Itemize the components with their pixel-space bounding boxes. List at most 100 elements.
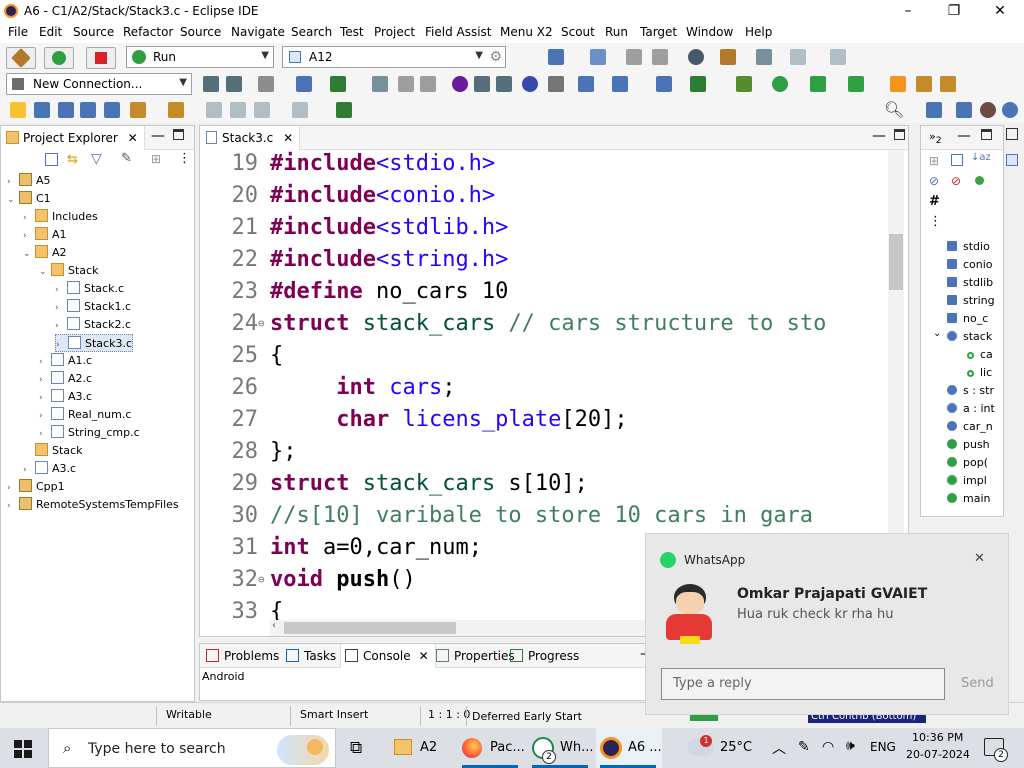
open-perspective-icon[interactable]: [296, 76, 312, 92]
minimize-button[interactable]: –: [885, 0, 931, 23]
external-tool-icon[interactable]: [848, 76, 864, 92]
chevron-right-icon[interactable]: ›: [23, 461, 35, 479]
chevron-right-icon[interactable]: ›: [39, 371, 51, 389]
connect-icon[interactable]: [203, 76, 219, 92]
language-indicator[interactable]: ENG: [870, 740, 896, 754]
outline-item[interactable]: s : str: [947, 382, 994, 400]
debug-perspective-icon[interactable]: [452, 76, 468, 92]
menu-project[interactable]: Project: [374, 25, 415, 39]
maximize-view-icon[interactable]: [173, 129, 184, 140]
fold-icon[interactable]: ⊖: [258, 564, 265, 596]
search-icon[interactable]: 🔍︎: [884, 100, 904, 119]
weather-temperature[interactable]: 25°C: [720, 740, 752, 755]
new-folder-icon[interactable]: [656, 76, 672, 92]
last-edit-icon[interactable]: [206, 102, 222, 118]
tab-project-explorer[interactable]: Project Explorer ✕: [1, 126, 145, 150]
pen-icon[interactable]: ✎: [798, 739, 810, 755]
new-class-icon[interactable]: [578, 76, 594, 92]
disconnect-icon[interactable]: [226, 76, 242, 92]
chevron-right-icon[interactable]: ›: [55, 317, 67, 335]
save-icon[interactable]: [626, 49, 642, 65]
run-icon[interactable]: [772, 76, 788, 92]
cpp-perspective-icon[interactable]: [1002, 102, 1018, 118]
clock-time[interactable]: 10:36 PM: [912, 731, 963, 744]
link-editor-icon[interactable]: ⇆: [67, 152, 78, 167]
word-wrap-icon[interactable]: [34, 102, 50, 118]
tree-item-a1-c[interactable]: › A1.c: [39, 352, 92, 370]
scrollbar-thumb[interactable]: [889, 234, 903, 290]
close-icon[interactable]: ✕: [419, 649, 429, 663]
outline-item[interactable]: car_n: [947, 418, 993, 436]
block-select-icon[interactable]: [58, 102, 74, 118]
tree-item-stack-c[interactable]: › Stack.c: [55, 280, 124, 298]
tab-problems[interactable]: Problems: [202, 644, 285, 668]
code-line[interactable]: 23 #define no_cars 10: [200, 276, 886, 308]
c-perspective-icon[interactable]: [956, 102, 972, 118]
tree-item-a1[interactable]: › A1: [23, 226, 67, 244]
outline-view-icon[interactable]: [1006, 154, 1018, 166]
gear-icon[interactable]: ⚙: [489, 49, 502, 65]
tree-item-a3-c[interactable]: › A3.c: [23, 460, 76, 478]
maximize-button[interactable]: ❐: [931, 0, 977, 23]
new-c-project-icon[interactable]: [548, 49, 564, 65]
tree-item-a5[interactable]: › A5: [7, 172, 51, 190]
code-line[interactable]: 20 #include<conio.h>: [200, 180, 886, 212]
code-line[interactable]: 21 #include<stdlib.h>: [200, 212, 886, 244]
scrollbar-thumb[interactable]: [284, 622, 456, 634]
filter-icon[interactable]: ▽: [91, 151, 102, 167]
menu-target[interactable]: Target: [640, 25, 677, 39]
build-all-icon[interactable]: [720, 49, 736, 65]
new-file-icon[interactable]: [590, 49, 606, 65]
code-line[interactable]: 28};: [200, 436, 886, 468]
chevron-right-icon[interactable]: ›: [55, 299, 67, 317]
next-annotation-icon[interactable]: [130, 102, 146, 118]
code-line[interactable]: 25 {: [200, 340, 886, 372]
tree-item-stack3-c[interactable]: › Stack3.c: [55, 334, 133, 352]
chevron-right-icon[interactable]: ›: [23, 227, 35, 245]
chevron-right-icon[interactable]: ›: [23, 209, 35, 227]
menu-file[interactable]: File: [8, 25, 28, 39]
whatsapp-notification[interactable]: WhatsApp ✕ Omkar Prajapati GVAIET Hua ru…: [645, 533, 1009, 715]
copy-icon[interactable]: [420, 76, 436, 92]
forward-icon[interactable]: [292, 102, 308, 118]
chevron-down-icon[interactable]: ⌄: [39, 263, 51, 281]
send-button[interactable]: Send: [961, 676, 994, 691]
tab-stack3-c[interactable]: Stack3.c ✕: [200, 126, 301, 150]
close-icon[interactable]: ✕: [283, 131, 293, 145]
code-line[interactable]: 19 #include<stdio.h>: [200, 150, 886, 180]
tab-console[interactable]: Console ✕: [340, 644, 436, 668]
forward-icon[interactable]: [830, 49, 846, 65]
menu-refactor[interactable]: Refactor: [123, 25, 173, 39]
menu-search[interactable]: Search: [291, 25, 332, 39]
outline-item[interactable]: push: [947, 436, 990, 454]
maximize-view-icon[interactable]: [894, 129, 905, 140]
wand-icon[interactable]: [916, 76, 932, 92]
tree-item-includes[interactable]: › Includes: [23, 208, 98, 226]
open-type-icon[interactable]: [890, 76, 906, 92]
tree-item-stack[interactable]: Stack: [23, 442, 82, 460]
make-target-icon[interactable]: [756, 49, 772, 65]
circle-icon[interactable]: [522, 76, 538, 92]
code-line[interactable]: 29 struct stack_cars s[10];: [200, 468, 886, 500]
menu-menu-x2[interactable]: Menu X2: [500, 25, 553, 39]
terminal-icon[interactable]: [258, 76, 274, 92]
grid-icon[interactable]: ⊞: [151, 152, 161, 166]
chevron-down-icon[interactable]: ⌄: [7, 191, 19, 209]
tree-item-real-num-c[interactable]: › Real_num.c: [39, 406, 131, 424]
outline-item[interactable]: stdio: [947, 238, 990, 256]
restore-icon[interactable]: [1006, 128, 1018, 140]
highlight-icon[interactable]: [10, 102, 26, 118]
menu-source[interactable]: Source: [73, 25, 114, 39]
grid-icon[interactable]: ⊞: [929, 154, 939, 168]
outline-item[interactable]: no_c: [947, 310, 988, 328]
tree-item-string-cmp-c[interactable]: › String_cmp.c: [39, 424, 140, 442]
search-file-icon[interactable]: [372, 76, 388, 92]
chevron-up-icon[interactable]: ︿: [772, 738, 786, 758]
code-line[interactable]: 27 char licens_plate[20];: [200, 404, 886, 436]
list-icon[interactable]: [496, 76, 512, 92]
launch-mode-select[interactable]: Run ▼: [126, 46, 274, 68]
build-button[interactable]: [6, 47, 36, 69]
menu-source[interactable]: Source: [180, 25, 221, 39]
chevron-right-icon[interactable]: ›: [7, 479, 19, 497]
chevron-right-icon[interactable]: ›: [39, 425, 51, 443]
